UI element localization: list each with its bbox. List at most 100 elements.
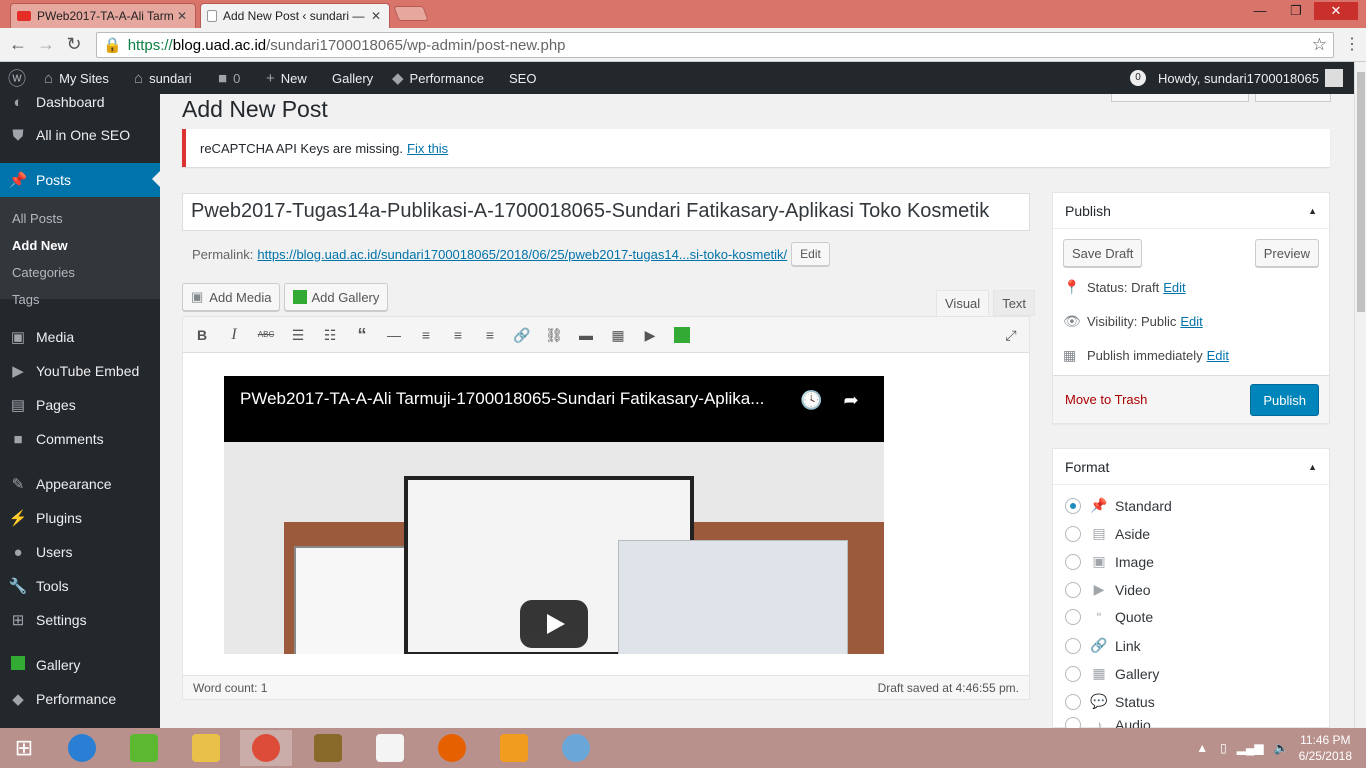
back-icon[interactable]: ← bbox=[6, 34, 30, 55]
share-icon[interactable]: ➦ bbox=[840, 390, 862, 412]
format-box-header[interactable]: Format ▲ bbox=[1053, 449, 1329, 485]
permalink-link[interactable]: https://blog.uad.ac.id/sundari1700018065… bbox=[257, 247, 787, 262]
sidebar-item-appearance[interactable]: ✎ Appearance bbox=[0, 468, 160, 500]
publish-box-header[interactable]: Publish ▲ bbox=[1053, 193, 1329, 229]
submenu-tags[interactable]: Tags bbox=[12, 292, 39, 307]
forward-icon[interactable]: → bbox=[34, 34, 58, 55]
add-media-button[interactable]: ▣ Add Media bbox=[182, 283, 281, 311]
close-window-button[interactable]: ✕ bbox=[1314, 2, 1358, 20]
seo-menu[interactable]: SEO bbox=[509, 62, 536, 94]
sidebar-item-dashboard[interactable]: ◐ Dashboard bbox=[0, 86, 160, 118]
remove-link-icon[interactable]: ⛓ bbox=[544, 325, 564, 345]
sidebar-item-comments[interactable]: ■ Comments bbox=[0, 423, 160, 455]
sidebar-item-users[interactable]: ● Users bbox=[0, 536, 160, 568]
collapse-arrow-icon[interactable]: ▲ bbox=[1308, 462, 1317, 472]
radio-button[interactable] bbox=[1065, 637, 1081, 654]
radio-button[interactable] bbox=[1065, 693, 1081, 710]
sidebar-item-tools[interactable]: 🔧 Tools bbox=[0, 570, 160, 602]
submenu-all-posts[interactable]: All Posts bbox=[12, 211, 63, 226]
tray-arrow-icon[interactable]: ▲ bbox=[1196, 741, 1208, 755]
align-right-icon[interactable]: ≡ bbox=[480, 325, 500, 345]
post-title-input[interactable]: Pweb2017-Tugas14a-Publikasi-A-1700018065… bbox=[182, 193, 1030, 231]
youtube-embed-icon[interactable]: ▶ bbox=[640, 325, 660, 345]
clock[interactable]: 11:46 PM 6/25/2018 bbox=[1299, 732, 1352, 764]
sidebar-item-all-in-one-seo[interactable]: ⛊ All in One SEO bbox=[0, 119, 160, 151]
sidebar-item-settings[interactable]: ⊞ Settings bbox=[0, 604, 160, 636]
sidebar-item-posts[interactable]: 📌 Posts bbox=[0, 163, 160, 197]
bullet-list-icon[interactable]: ☰ bbox=[288, 325, 308, 345]
radio-button[interactable] bbox=[1065, 553, 1081, 570]
move-to-trash-link[interactable]: Move to Trash bbox=[1065, 392, 1147, 407]
account-menu[interactable]: 0 Howdy, sundari1700018065 bbox=[1130, 62, 1343, 94]
save-draft-button[interactable]: Save Draft bbox=[1063, 239, 1143, 267]
bold-icon[interactable]: B bbox=[192, 325, 212, 345]
chrome-icon[interactable] bbox=[240, 730, 292, 766]
youtube-video-embed[interactable]: PWeb2017-TA-A-Ali Tarmuji-1700018065-Sun… bbox=[224, 376, 884, 654]
strikethrough-icon[interactable]: ABC bbox=[256, 325, 276, 345]
status-edit-link[interactable]: Edit bbox=[1163, 280, 1185, 295]
browser-tab-youtube[interactable]: PWeb2017-TA-A-Ali Tarm ✕ bbox=[10, 3, 196, 28]
sidebar-item-plugins[interactable]: ⚡ Plugins bbox=[0, 502, 160, 534]
page-scrollbar[interactable] bbox=[1354, 62, 1366, 728]
horizontal-rule-icon[interactable]: — bbox=[384, 325, 404, 345]
paint-icon[interactable] bbox=[550, 730, 602, 766]
sublime-text-icon[interactable] bbox=[488, 730, 540, 766]
visibility-edit-link[interactable]: Edit bbox=[1180, 314, 1202, 329]
dosbox-icon[interactable] bbox=[302, 730, 354, 766]
reload-icon[interactable]: ↻ bbox=[62, 34, 86, 55]
help-button[interactable] bbox=[1255, 94, 1331, 102]
video-title[interactable]: PWeb2017-TA-A-Ali Tarmuji-1700018065-Sun… bbox=[240, 389, 800, 409]
gallery-menu[interactable]: Gallery bbox=[332, 62, 373, 94]
battery-icon[interactable]: ▯ bbox=[1220, 741, 1227, 755]
app-green-icon[interactable] bbox=[118, 730, 170, 766]
dinosaur-app-icon[interactable] bbox=[364, 730, 416, 766]
fullscreen-icon[interactable]: ⤢ bbox=[1001, 325, 1021, 345]
sidebar-item-pages[interactable]: ▤ Pages bbox=[0, 389, 160, 421]
sidebar-item-performance[interactable]: ◆ Performance bbox=[0, 683, 160, 715]
new-content-menu[interactable]: + New bbox=[266, 62, 307, 94]
format-option-status[interactable]: 💬 Status bbox=[1065, 693, 1155, 710]
signal-icon[interactable]: ▂▄▆ bbox=[1237, 741, 1264, 755]
sidebar-item-gallery[interactable]: Gallery bbox=[0, 649, 160, 681]
watch-later-icon[interactable]: 🕓 bbox=[800, 390, 822, 412]
format-option-link[interactable]: 🔗 Link bbox=[1065, 637, 1141, 654]
format-option-image[interactable]: ▣ Image bbox=[1065, 553, 1154, 570]
new-tab-button[interactable] bbox=[393, 6, 429, 21]
read-more-icon[interactable]: ▬ bbox=[576, 325, 596, 345]
format-option-aside[interactable]: ▤ Aside bbox=[1065, 525, 1150, 542]
format-option-gallery[interactable]: ▦ Gallery bbox=[1065, 665, 1159, 682]
radio-button[interactable] bbox=[1065, 609, 1081, 625]
tab-text[interactable]: Text bbox=[993, 290, 1036, 316]
submenu-add-new[interactable]: Add New bbox=[12, 238, 68, 253]
tab-visual[interactable]: Visual bbox=[936, 290, 990, 316]
performance-menu[interactable]: ◆ Performance bbox=[392, 62, 484, 94]
sidebar-item-media[interactable]: ▣ Media bbox=[0, 321, 160, 353]
radio-button[interactable] bbox=[1065, 665, 1081, 682]
close-icon[interactable]: ✕ bbox=[175, 9, 189, 23]
maximize-button[interactable]: ❐ bbox=[1278, 2, 1314, 20]
radio-button[interactable] bbox=[1065, 581, 1081, 598]
post-editor[interactable]: B I ABC ☰ ☷ “ — ≡ ≡ ≡ 🔗 ⛓ ▬ ▦ ▶ ⤢ PWeb20… bbox=[182, 316, 1030, 700]
numbered-list-icon[interactable]: ☷ bbox=[320, 325, 340, 345]
close-icon[interactable]: ✕ bbox=[369, 9, 383, 23]
format-option-standard[interactable]: 📌 Standard bbox=[1065, 497, 1172, 514]
browser-tab-add-new-post[interactable]: Add New Post ‹ sundari — ✕ bbox=[200, 3, 390, 28]
toolbar-toggle-icon[interactable]: ▦ bbox=[608, 325, 628, 345]
permalink-edit-button[interactable]: Edit bbox=[791, 242, 830, 266]
gallery-icon[interactable] bbox=[672, 325, 692, 345]
play-button[interactable] bbox=[520, 600, 588, 648]
add-gallery-button[interactable]: Add Gallery bbox=[284, 283, 389, 311]
format-option-video[interactable]: ▶ Video bbox=[1065, 581, 1151, 598]
blockquote-icon[interactable]: “ bbox=[352, 325, 372, 345]
radio-button[interactable] bbox=[1065, 497, 1081, 514]
volume-icon[interactable]: 🔈 bbox=[1274, 741, 1289, 755]
bookmark-star-icon[interactable]: ☆ bbox=[1312, 35, 1327, 55]
minimize-button[interactable]: — bbox=[1242, 2, 1278, 20]
italic-icon[interactable]: I bbox=[224, 325, 244, 345]
screen-options-button[interactable] bbox=[1111, 94, 1249, 102]
comments-menu[interactable]: ■ 0 bbox=[218, 62, 240, 94]
radio-button[interactable] bbox=[1065, 525, 1081, 542]
insert-link-icon[interactable]: 🔗 bbox=[512, 325, 532, 345]
sidebar-item-youtube-embed[interactable]: ▶ YouTube Embed bbox=[0, 355, 160, 387]
align-left-icon[interactable]: ≡ bbox=[416, 325, 436, 345]
